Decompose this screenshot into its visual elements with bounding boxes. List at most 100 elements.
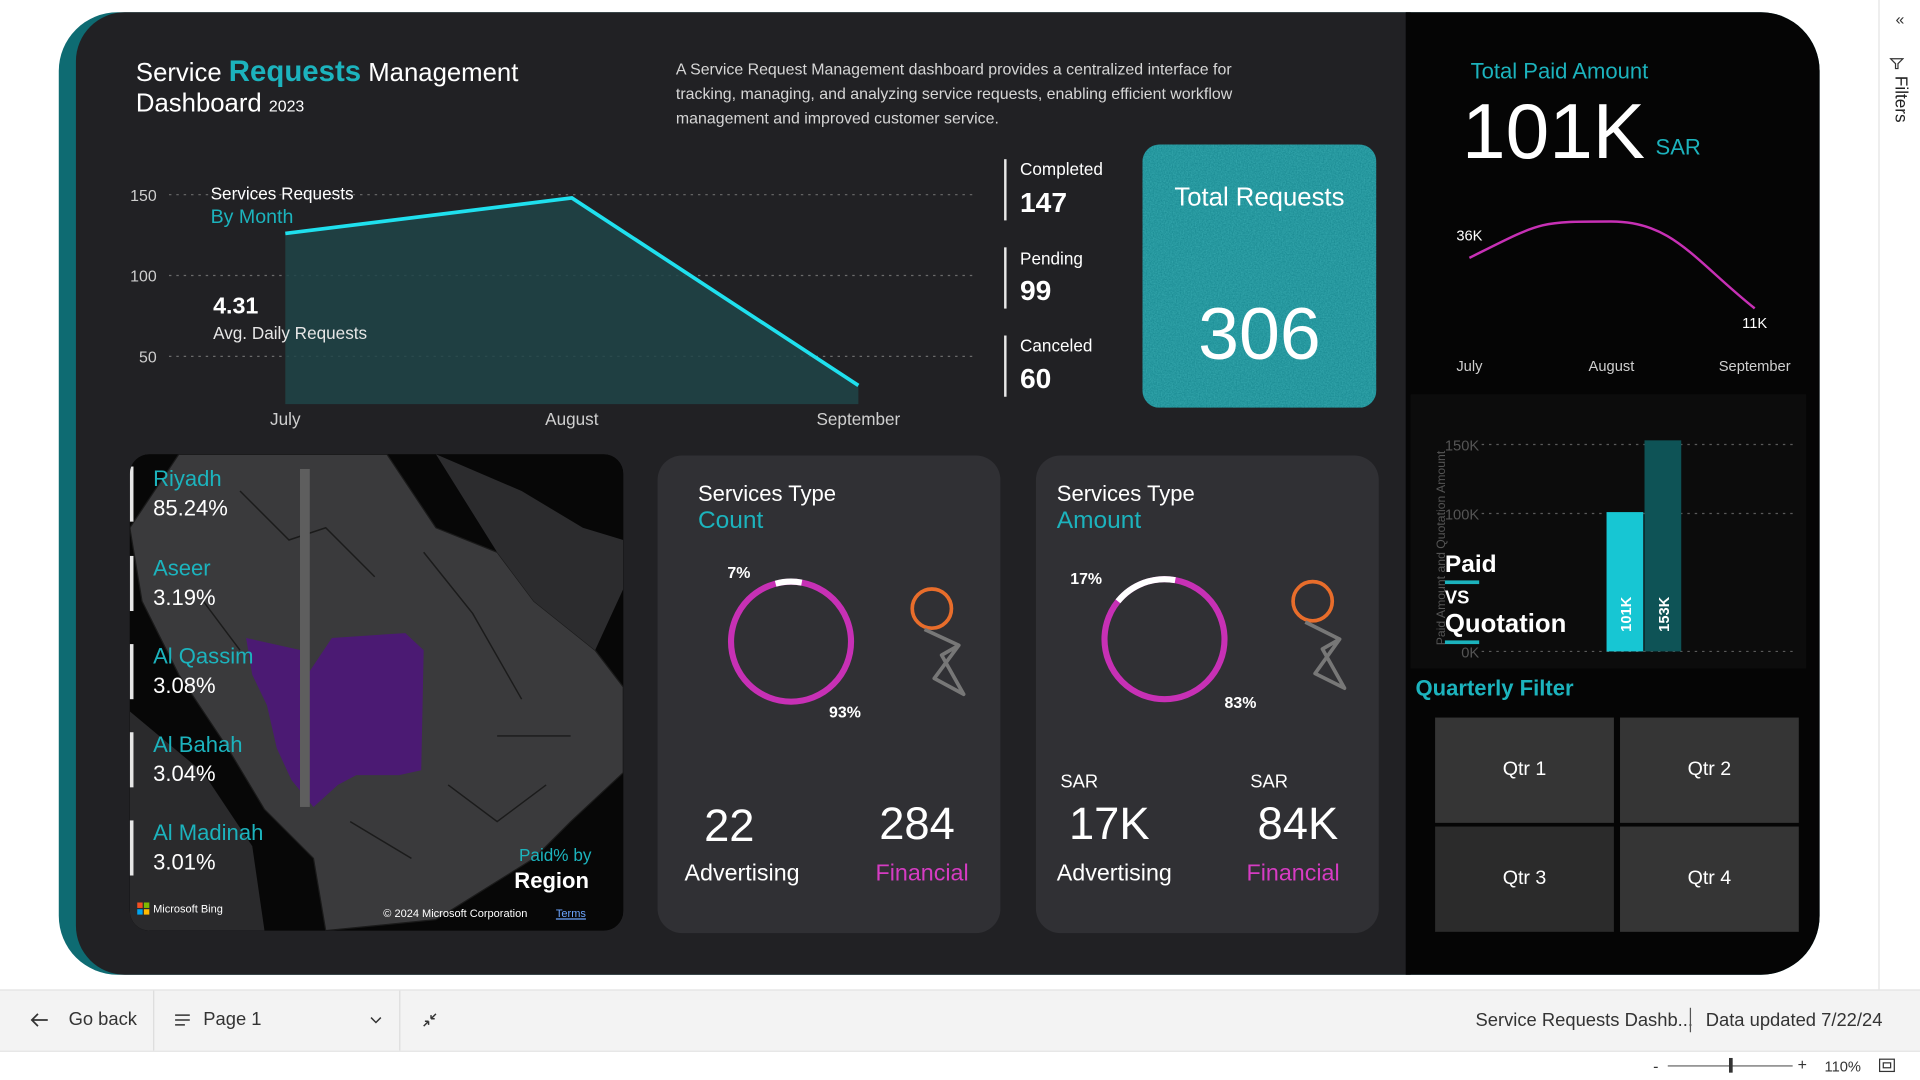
canceled-bar (1004, 335, 1007, 397)
canceled-value: 60 (1020, 362, 1052, 395)
amount-fin-currency: SAR (1250, 771, 1288, 793)
title-year: 2023 (268, 96, 305, 116)
paid-unit: SAR (1655, 134, 1701, 160)
filters-pane[interactable]: « Filters (1878, 0, 1920, 990)
amount-adv-label: Advertising (1056, 860, 1172, 887)
amount-card-subtitle: Amount (1056, 506, 1142, 534)
pq-title-quotation: Quotation (1444, 609, 1567, 638)
x-tick-label: August (545, 409, 599, 429)
checkmark-icon (910, 587, 966, 697)
zoom-slider-thumb[interactable] (1728, 1057, 1733, 1073)
map-copyright: © 2024 Microsoft Corporation (383, 907, 528, 920)
collapse-icon[interactable] (421, 1011, 438, 1033)
pq-bars: 101K 153K (1606, 440, 1682, 652)
total-requests-value: 306 (1198, 292, 1321, 375)
y-tick-label: 150K (1445, 439, 1480, 455)
requests-chart-subtitle: By Month (210, 206, 294, 228)
map-scroll-bar[interactable] (300, 468, 310, 807)
total-requests-card: Total Requests 306 (1142, 144, 1377, 408)
pq-title-vs: VS (1444, 587, 1470, 609)
paid-value: 101K (1462, 86, 1646, 176)
y-tick-label: 0K (1461, 646, 1479, 662)
title-suffix: Management (361, 58, 519, 87)
zoom-in-button[interactable]: + (1798, 1056, 1807, 1074)
y-tick-label: 100K (1445, 508, 1480, 524)
region-value: 85.24% (153, 495, 228, 521)
quarterly-filter-title: Quarterly Filter (1415, 675, 1574, 701)
pq-title-paid: Paid (1444, 551, 1497, 578)
region-name: Riyadh (153, 466, 222, 492)
expand-filters-icon[interactable]: « (1896, 10, 1905, 28)
bing-text: Microsoft Bing (153, 902, 223, 915)
go-back-button[interactable]: Go back (29, 1009, 137, 1030)
x-tick-label: August (1589, 359, 1635, 375)
title-highlight: Requests (228, 55, 362, 89)
count-large-pct: 93% (828, 702, 861, 722)
map-legend-bottom: Region (514, 868, 589, 893)
services-type-amount-card: Services Type Amount 17% 83% SAR 17K Adv… (1035, 455, 1379, 934)
region-name: Al Bahah (153, 732, 243, 757)
region-item-al-bahah[interactable]: Al Bahah 3.04% (129, 732, 301, 788)
data-label: 36K (1456, 229, 1482, 245)
filter-icon (1889, 54, 1911, 70)
zoom-level: 110% (1824, 1057, 1862, 1076)
report-footer-bar: Go back Page 1 Service Requests Dashb...… (0, 989, 1920, 1051)
count-fin-value: 284 (879, 798, 955, 849)
pending-value: 99 (1020, 274, 1052, 307)
services-type-count-card: Services Type Count 7% 93% 22 Advertisin… (657, 455, 1001, 934)
region-item-al-madinah[interactable]: Al Madinah 3.01% (129, 820, 301, 876)
paid-title: Total Paid Amount (1470, 58, 1649, 84)
donut-slice-financial[interactable] (727, 578, 855, 705)
qtr-4-button[interactable]: Qtr 4 (1620, 826, 1799, 932)
count-adv-label: Advertising (684, 860, 800, 887)
checkmark-icon (1291, 579, 1347, 691)
title-prefix: Service (135, 58, 229, 87)
count-fin-label: Financial (875, 860, 969, 887)
zoom-out-button[interactable]: - (1653, 1057, 1658, 1075)
data-label: 11K (1742, 316, 1767, 332)
avg-daily-label: Avg. Daily Requests (213, 323, 368, 343)
x-tick-label: July (270, 409, 301, 429)
amount-donut (1101, 576, 1228, 703)
region-name: Al Qassim (153, 644, 254, 669)
region-item-riyadh[interactable]: Riyadh 85.24% (129, 466, 301, 522)
count-adv-value: 22 (704, 800, 755, 852)
qtr-2-button[interactable]: Qtr 2 (1620, 717, 1799, 823)
pq-paid-underline (1444, 580, 1480, 585)
map-terms-link[interactable]: Terms (556, 907, 586, 919)
count-card-header: Services Type Count (698, 480, 836, 534)
y-tick-label: 150 (130, 188, 157, 205)
dashboard-description: A Service Request Management dashboard p… (675, 60, 1233, 128)
completed-bar (1004, 159, 1007, 221)
fit-to-page-icon[interactable] (1878, 1058, 1895, 1076)
region-item-aseer[interactable]: Aseer 3.19% (129, 555, 301, 612)
requests-chart-title: Services Requests (210, 183, 354, 204)
report-name: Service Requests Dashb... (1475, 1010, 1693, 1032)
donut-slice-advertising[interactable] (774, 578, 803, 587)
bar-value-label: 101K (1619, 596, 1635, 632)
amount-card-title: Services Type (1056, 481, 1195, 506)
amount-fin-label: Financial (1246, 860, 1340, 887)
amount-fin-value: 84K (1257, 798, 1339, 849)
map-legend-top: Paid% by (518, 844, 592, 865)
qtr-1-button[interactable]: Qtr 1 (1435, 717, 1614, 823)
divider (399, 990, 401, 1051)
count-small-pct: 7% (727, 563, 751, 582)
region-map-card[interactable]: Riyadh 85.24% Aseer 3.19% Al Qassim 3.08… (129, 454, 624, 931)
amount-adv-currency: SAR (1060, 771, 1099, 793)
qtr-3-button[interactable]: Qtr 3 (1435, 826, 1614, 932)
pending-bar (1004, 247, 1007, 309)
donut-slice-advertising[interactable] (1115, 576, 1176, 604)
x-tick-label: September (1719, 359, 1791, 375)
menu-icon (175, 1013, 190, 1026)
amount-small-pct: 17% (1070, 569, 1103, 588)
region-item-al-qassim[interactable]: Al Qassim 3.08% (129, 644, 301, 700)
status-bar: - + 110% (0, 1050, 1920, 1080)
chevron-down-icon (370, 1016, 382, 1023)
paid-trend-chart[interactable]: 36K54K11K July August September (1420, 208, 1812, 386)
divider (1689, 1007, 1692, 1033)
data-updated: Data updated 7/22/24 (1705, 1010, 1883, 1032)
completed-label: Completed (1020, 159, 1103, 179)
filters-pane-label[interactable]: Filters (1892, 76, 1912, 123)
page-selector[interactable]: Page 1 (174, 1009, 382, 1030)
